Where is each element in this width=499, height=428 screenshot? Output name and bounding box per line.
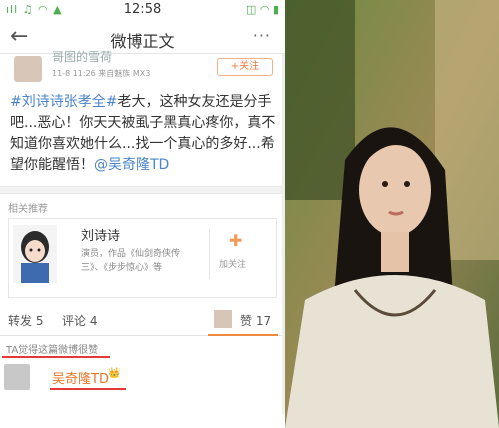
status-time: 12:58 (123, 2, 162, 17)
poster-name[interactable]: 哥图的雪荷 (52, 48, 112, 65)
portrait-photo-image (285, 0, 499, 428)
add-follow-icon[interactable]: ✚ (229, 231, 242, 250)
comment-tab[interactable]: 评论 4 (62, 312, 97, 329)
liked-caption-text: TA觉得这篇微博很赞 (6, 345, 99, 356)
post-meta: 11-8 11:26 来自魅族 MX3 (52, 69, 151, 78)
like-avatar (214, 310, 232, 328)
poster-avatar[interactable] (14, 56, 42, 82)
cartoon-avatar-icon (21, 231, 49, 283)
page-title: 微博正文 (110, 32, 175, 51)
recommend-title: 相关推荐 (8, 204, 48, 215)
red-underline (50, 388, 126, 390)
section-divider (0, 186, 285, 194)
recommend-desc: 演员，作品《仙剑奇侠传三》、《步步惊心》等 (81, 249, 181, 273)
liker-row[interactable]: 吴奇隆TD 👑 (0, 358, 285, 394)
liker-name[interactable]: 吴奇隆TD (52, 368, 109, 387)
post-mention[interactable]: @吴奇隆TD (94, 157, 169, 173)
portrait-photo (285, 0, 499, 428)
action-bar: 转发 5 评论 4 赞 17 (0, 302, 285, 336)
post-hashtag[interactable]: #刘诗诗张孝全# (10, 94, 117, 110)
repost-tab[interactable]: 转发 5 (8, 312, 43, 329)
liked-caption: TA觉得这篇微博很赞 (0, 336, 285, 358)
vip-crown-icon: 👑 (108, 368, 121, 379)
status-bar: ıll ♫ ◠ ▲ 12:58 ◫ ◠ ▮ (0, 0, 285, 20)
more-icon[interactable]: ··· (253, 26, 271, 45)
follow-button[interactable]: +关注 (217, 58, 273, 76)
recommend-card[interactable]: 刘诗诗 演员，作品《仙剑奇侠传三》、《步步惊心》等 ✚ 加关注 (8, 218, 277, 298)
recommend-avatar[interactable] (13, 225, 57, 283)
post-header: 哥图的雪荷 11-8 11:26 来自魅族 MX3 +关注 (0, 50, 285, 86)
like-tab[interactable]: 赞 17 (240, 312, 271, 329)
liker-avatar[interactable] (4, 364, 30, 390)
card-divider (209, 229, 210, 279)
post-text: #刘诗诗张孝全#老大，这种女友还是分手吧...恶心！你天天被虱子黑真心疼你，真不… (0, 86, 285, 186)
recommend-name[interactable]: 刘诗诗 (81, 225, 120, 244)
weibo-phone-screen: ıll ♫ ◠ ▲ 12:58 ◫ ◠ ▮ ← 微博正文 ··· 哥图的雪荷 1… (0, 0, 285, 428)
add-follow-label[interactable]: 加关注 (219, 257, 246, 270)
nav-bar: ← 微博正文 ··· (0, 20, 285, 54)
battery-icons: ◫ ◠ ▮ (245, 3, 279, 16)
